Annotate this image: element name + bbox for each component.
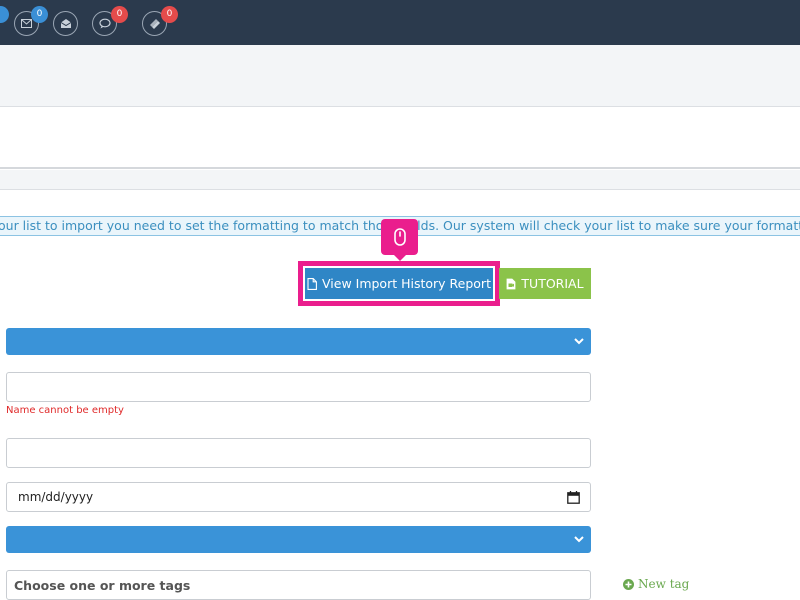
chevron-down-icon: [574, 536, 584, 543]
video-file-icon: [507, 278, 516, 289]
chat-count-badge: 0: [111, 6, 128, 23]
page-title-area: [0, 107, 800, 169]
mouse-icon: [393, 228, 406, 246]
tags-placeholder: Choose one or more tags: [14, 577, 191, 593]
click-hint-tooltip: [381, 219, 418, 255]
second-select-dropdown[interactable]: [6, 526, 591, 553]
tutorial-label: TUTORIAL: [521, 276, 584, 291]
top-navbar: 0 0 0: [0, 0, 800, 45]
tutorial-button[interactable]: TUTORIAL: [499, 268, 591, 299]
envelope-open-icon[interactable]: [53, 11, 78, 36]
new-tag-link[interactable]: New tag: [623, 577, 689, 591]
new-tag-label: New tag: [638, 577, 690, 591]
plus-circle-icon: [623, 578, 634, 590]
document-icon: [307, 277, 317, 290]
tags-input[interactable]: Choose one or more tags: [6, 570, 591, 600]
name-error-message: Name cannot be empty: [6, 405, 124, 416]
view-import-history-button[interactable]: View Import History Report: [305, 268, 493, 299]
notification-badge-edge[interactable]: [0, 6, 9, 23]
date-placeholder: mm/dd/yyyy: [18, 490, 94, 504]
date-input[interactable]: mm/dd/yyyy: [6, 482, 591, 512]
view-import-history-label: View Import History Report: [322, 276, 491, 291]
list-select-dropdown[interactable]: [6, 328, 591, 355]
section-divider: [0, 170, 800, 190]
tooltip-arrow: [393, 254, 407, 261]
calendar-icon[interactable]: [567, 490, 580, 504]
page-header-band: [0, 45, 800, 107]
ticket-count-badge: 0: [161, 6, 178, 23]
text-field[interactable]: [6, 438, 591, 468]
chevron-down-icon: [574, 338, 584, 345]
mail-count-badge: 0: [31, 6, 48, 23]
name-input[interactable]: [6, 372, 591, 402]
